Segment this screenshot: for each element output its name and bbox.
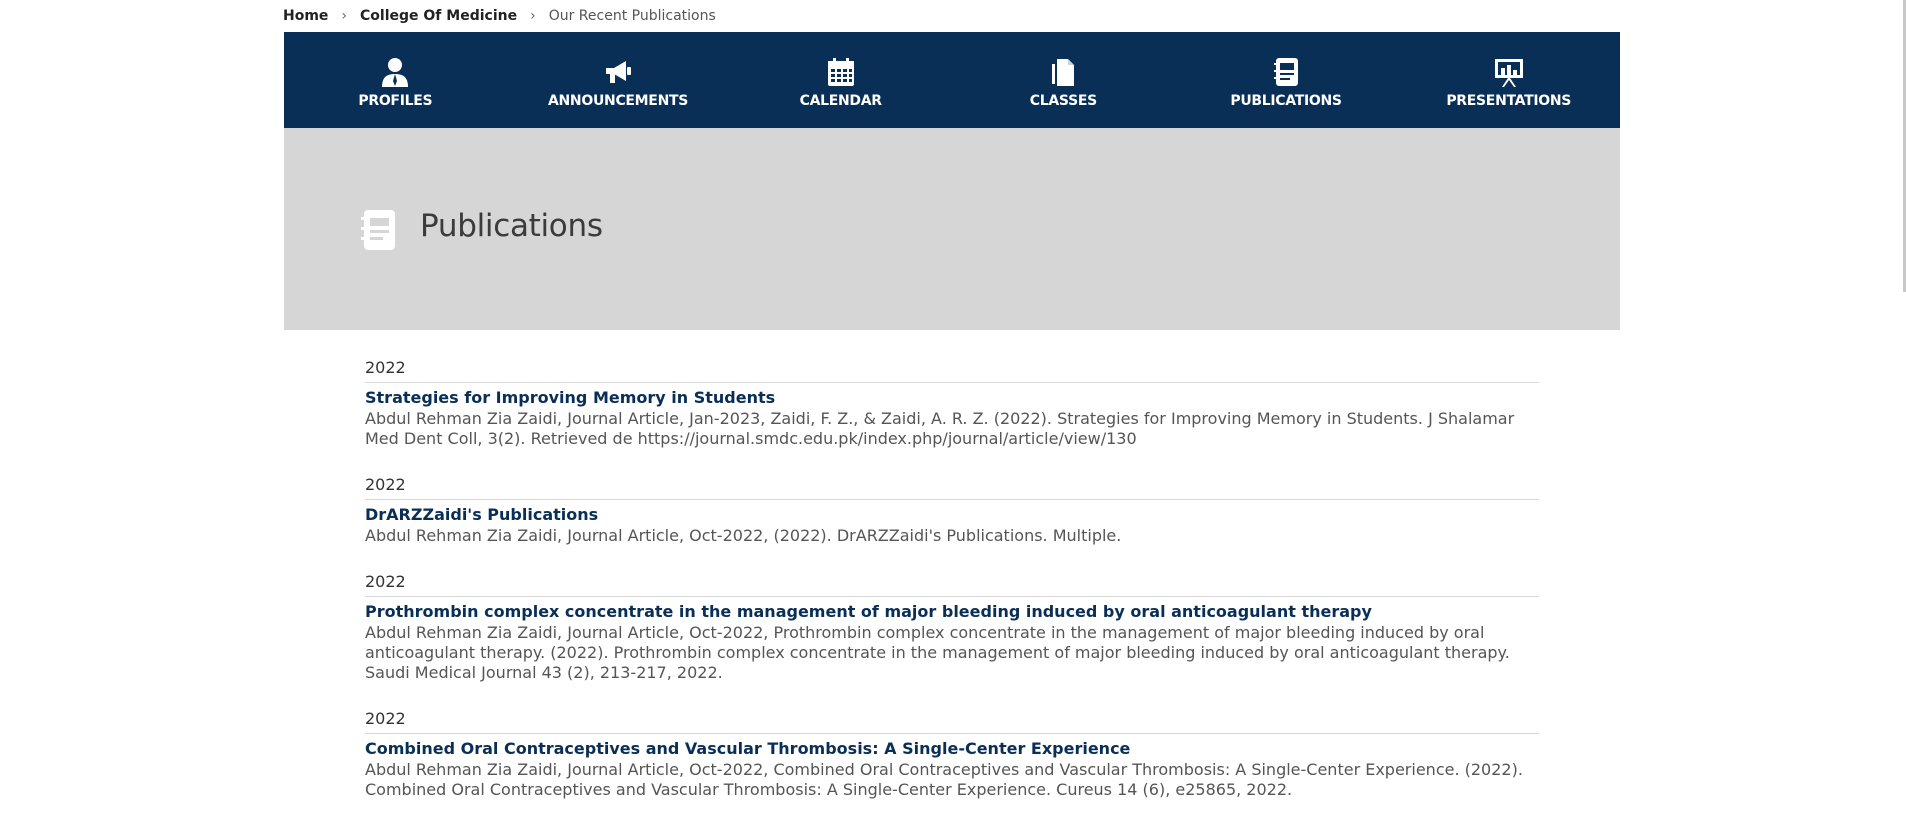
nav-item-label: PRESENTATIONS <box>1446 92 1572 109</box>
presentation-board-icon <box>1494 58 1523 87</box>
publication-citation: Abdul Rehman Zia Zaidi, Journal Article,… <box>365 409 1539 449</box>
page-scrollbar[interactable] <box>1900 0 1906 800</box>
nav-item-announcements[interactable]: ANNOUNCEMENTS <box>507 32 730 128</box>
author-link[interactable]: Abdul Rehman Zia Zaidi <box>365 526 557 545</box>
publication-year: 2022 <box>365 709 1539 734</box>
nav-item-label: CLASSES <box>1029 92 1097 109</box>
author-link[interactable]: Abdul Rehman Zia Zaidi <box>365 760 557 779</box>
notebook-icon <box>1274 57 1299 86</box>
publication-list: 2022 Strategies for Improving Memory in … <box>365 358 1539 826</box>
megaphone-icon <box>606 60 631 83</box>
breadcrumb: Home › College Of Medicine › Our Recent … <box>283 7 716 25</box>
author-link[interactable]: Abdul Rehman Zia Zaidi <box>365 623 557 642</box>
calendar-icon <box>827 57 854 86</box>
page-header: Publications <box>284 128 1620 330</box>
publication-citation: Abdul Rehman Zia Zaidi, Journal Article,… <box>365 623 1539 683</box>
nav-item-publications[interactable]: PUBLICATIONS <box>1175 32 1398 128</box>
breadcrumb-home-link[interactable]: Home <box>283 8 328 24</box>
nav-item-profiles[interactable]: PROFILES <box>284 32 507 128</box>
person-icon <box>382 57 409 87</box>
publication-title-link[interactable]: Combined Oral Contraceptives and Vascula… <box>365 739 1539 758</box>
nav-item-classes[interactable]: CLASSES <box>952 32 1175 128</box>
nav-item-label: CALENDAR <box>799 92 882 109</box>
breadcrumb-current-page: Our Recent Publications <box>548 8 716 24</box>
publication-citation: Abdul Rehman Zia Zaidi, Journal Article,… <box>365 760 1539 800</box>
publication-year: 2022 <box>365 358 1539 383</box>
publication-title-link[interactable]: DrARZZaidi's Publications <box>365 505 1539 524</box>
list-item: 2022 Prothrombin complex concentrate in … <box>365 572 1539 683</box>
breadcrumb-separator: › <box>530 8 536 24</box>
publication-year: 2022 <box>365 475 1539 500</box>
nav-item-label: PUBLICATIONS <box>1230 92 1342 109</box>
publication-year: 2022 <box>365 572 1539 597</box>
list-item: 2022 Strategies for Improving Memory in … <box>365 358 1539 449</box>
list-item: 2022 Combined Oral Contraceptives and Va… <box>365 709 1539 800</box>
publication-title-link[interactable]: Prothrombin complex concentrate in the m… <box>365 602 1539 621</box>
list-item: 2022 DrARZZaidi's Publications Abdul Reh… <box>365 475 1539 546</box>
page-title: Publications <box>420 208 603 244</box>
documents-icon <box>1052 58 1075 86</box>
breadcrumb-separator: › <box>341 8 348 24</box>
nav-item-calendar[interactable]: CALENDAR <box>729 32 952 128</box>
author-link[interactable]: Abdul Rehman Zia Zaidi <box>365 409 557 428</box>
breadcrumb-college-link[interactable]: College Of Medicine <box>360 8 517 24</box>
nav-item-label: PROFILES <box>358 92 433 109</box>
citation-text: , Journal Article, Oct-2022, (2022). DrA… <box>557 526 1122 545</box>
publication-citation: Abdul Rehman Zia Zaidi, Journal Article,… <box>365 526 1539 546</box>
nav-item-presentations[interactable]: PRESENTATIONS <box>1397 32 1620 128</box>
main-nav: PROFILES ANNOUNCEMENTS CALENDAR CLASSES … <box>284 32 1620 128</box>
publication-title-link[interactable]: Strategies for Improving Memory in Stude… <box>365 388 1539 407</box>
notebook-icon <box>361 210 395 250</box>
nav-item-label: ANNOUNCEMENTS <box>547 92 689 109</box>
